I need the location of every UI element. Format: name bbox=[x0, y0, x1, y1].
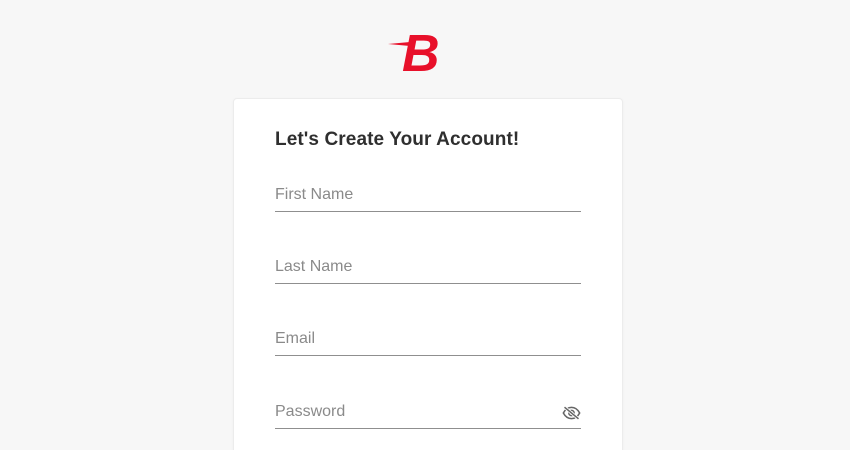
email-field bbox=[275, 325, 581, 356]
last-name-field bbox=[275, 253, 581, 284]
email-input[interactable] bbox=[275, 330, 545, 348]
password-input[interactable] bbox=[275, 403, 545, 421]
last-name-input[interactable] bbox=[275, 258, 545, 276]
eye-slash-icon[interactable] bbox=[562, 406, 581, 420]
first-name-field bbox=[275, 181, 581, 212]
brand-logo: B bbox=[388, 25, 440, 75]
signup-page: B Let's Create Your Account! bbox=[0, 0, 850, 450]
first-name-input[interactable] bbox=[275, 186, 545, 204]
signup-card: Let's Create Your Account! bbox=[233, 98, 623, 450]
password-field bbox=[275, 398, 581, 429]
form-title: Let's Create Your Account! bbox=[275, 129, 520, 150]
brand-logo-letter: B bbox=[402, 25, 440, 75]
